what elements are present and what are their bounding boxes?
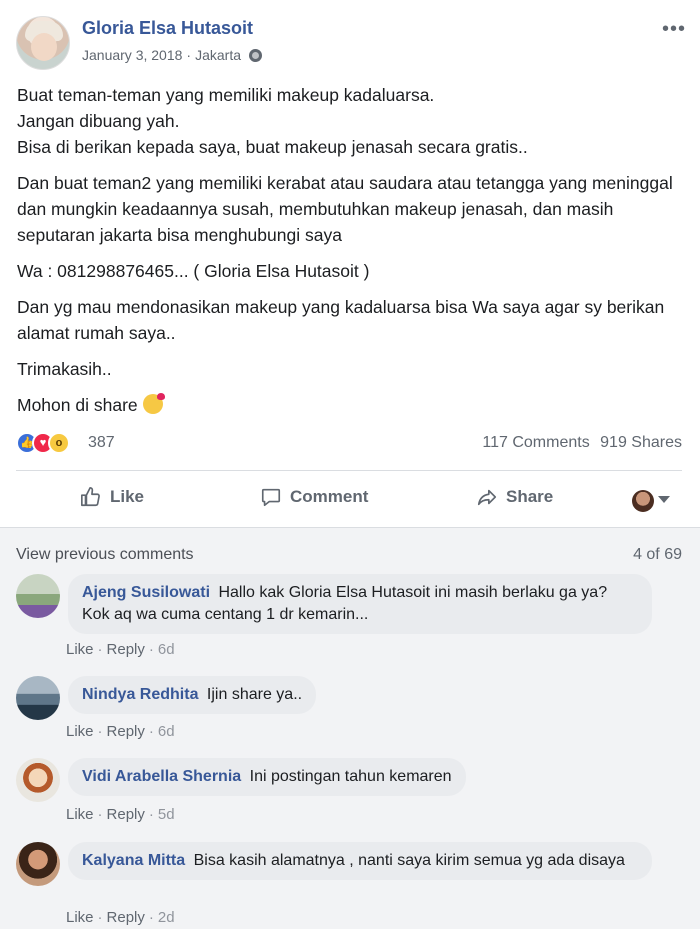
chevron-down-icon[interactable]	[658, 496, 670, 503]
engagement-counts: 117 Comments 919 Shares	[476, 434, 682, 452]
share-button[interactable]: Share	[476, 486, 553, 508]
post-line: Bisa di berikan kepada saya, buat makeup…	[17, 137, 528, 157]
comments-page-count: 4 of 69	[633, 546, 682, 563]
post-paragraph: Trimakasih..	[17, 359, 112, 379]
post-meta: January 3, 2018 · Jakarta	[82, 47, 262, 63]
post-share-text: Mohon di share	[17, 395, 138, 415]
commenter-avatar[interactable]	[16, 758, 60, 802]
comment-actions: Like · Reply · 5d	[66, 806, 175, 823]
post-actions: Like Comment Share	[16, 476, 682, 520]
comment-time[interactable]: 2d	[158, 909, 175, 926]
post-location[interactable]: Jakarta	[195, 47, 241, 63]
comment-text: Ijin share ya..	[206, 686, 303, 703]
post-paragraph-share: Mohon di share	[17, 392, 687, 418]
share-label: Share	[506, 487, 554, 506]
thumbs-up-icon	[80, 486, 102, 508]
divider	[16, 470, 682, 471]
comment-reply-link[interactable]: Reply	[107, 723, 145, 740]
comment-count[interactable]: 117 Comments	[482, 434, 589, 451]
commenter-avatar[interactable]	[16, 842, 60, 886]
comment-actions: Like · Reply · 6d	[66, 723, 175, 740]
comment-time[interactable]: 5d	[158, 806, 175, 823]
comment-reply-link[interactable]: Reply	[107, 641, 145, 658]
comment-like-link[interactable]: Like	[66, 723, 94, 740]
post-line: Jangan dibuang yah.	[17, 111, 180, 131]
comment-time[interactable]: 6d	[158, 723, 175, 740]
share-arrow-icon	[476, 486, 498, 508]
meta-separator: ·	[186, 47, 192, 63]
commenter-avatar[interactable]	[16, 676, 60, 720]
comment-label: Comment	[290, 487, 369, 506]
post-body: Buat teman-teman yang memiliki makeup ka…	[17, 82, 687, 428]
reaction-icons[interactable]: 👍 ♥ o	[16, 432, 70, 454]
commenter-name[interactable]: Nindya Redhita	[82, 686, 198, 703]
commenter-name[interactable]: Kalyana Mitta	[82, 852, 185, 869]
comment-like-link[interactable]: Like	[66, 641, 94, 658]
kissing-heart-emoji-icon	[142, 393, 165, 414]
comment-like-link[interactable]: Like	[66, 909, 94, 926]
comment-actions: Like · Reply · 2d	[66, 909, 175, 926]
like-label: Like	[110, 487, 145, 506]
post-paragraph: Dan buat teman2 yang memiliki kerabat at…	[17, 173, 673, 245]
comment-bubble: Vidi Arabella Shernia Ini postingan tahu…	[68, 758, 466, 796]
post-line: Buat teman-teman yang memiliki makeup ka…	[17, 85, 435, 105]
comment-bubble: Ajeng Susilowati Hallo kak Gloria Elsa H…	[68, 574, 652, 634]
comment-bubble: Nindya Redhita Ijin share ya..	[68, 676, 317, 714]
comment-text: Ini postingan tahun kemaren	[249, 768, 452, 785]
comment-button[interactable]: Comment	[260, 486, 368, 508]
post-date[interactable]: January 3, 2018	[82, 47, 182, 63]
share-count[interactable]: 919 Shares	[600, 434, 682, 451]
globe-icon	[249, 48, 262, 62]
wow-reaction-icon: o	[48, 432, 70, 454]
reaction-count[interactable]: 387	[88, 434, 115, 452]
like-button[interactable]: Like	[80, 486, 144, 508]
commenter-name[interactable]: Ajeng Susilowati	[82, 584, 210, 601]
view-previous-comments-link[interactable]: View previous comments	[16, 546, 194, 564]
comment-bubble: Kalyana Mitta Bisa kasih alamatnya , nan…	[68, 842, 652, 880]
comment-reply-link[interactable]: Reply	[107, 909, 145, 926]
more-options-icon[interactable]: •••	[662, 18, 686, 41]
comment-reply-link[interactable]: Reply	[107, 806, 145, 823]
commenter-avatar[interactable]	[16, 574, 60, 618]
commenter-name[interactable]: Vidi Arabella Shernia	[82, 768, 241, 785]
viewer-avatar[interactable]	[632, 490, 654, 512]
comment-actions: Like · Reply · 6d	[66, 641, 175, 658]
post-paragraph: Wa : 081298876465... ( Gloria Elsa Hutas…	[17, 261, 370, 281]
post-header: Gloria Elsa Hutasoit January 3, 2018 · J…	[16, 14, 686, 70]
comment-icon	[260, 486, 282, 508]
author-avatar[interactable]	[16, 16, 70, 70]
reactions-bar: 👍 ♥ o 387 117 Comments 919 Shares	[16, 430, 682, 456]
post-paragraph: Dan yg mau mendonasikan makeup yang kada…	[17, 297, 665, 343]
comment-like-link[interactable]: Like	[66, 806, 94, 823]
author-name[interactable]: Gloria Elsa Hutasoit	[82, 18, 253, 39]
comment-text: Bisa kasih alamatnya , nanti saya kirim …	[193, 852, 625, 869]
comment-time[interactable]: 6d	[158, 641, 175, 658]
